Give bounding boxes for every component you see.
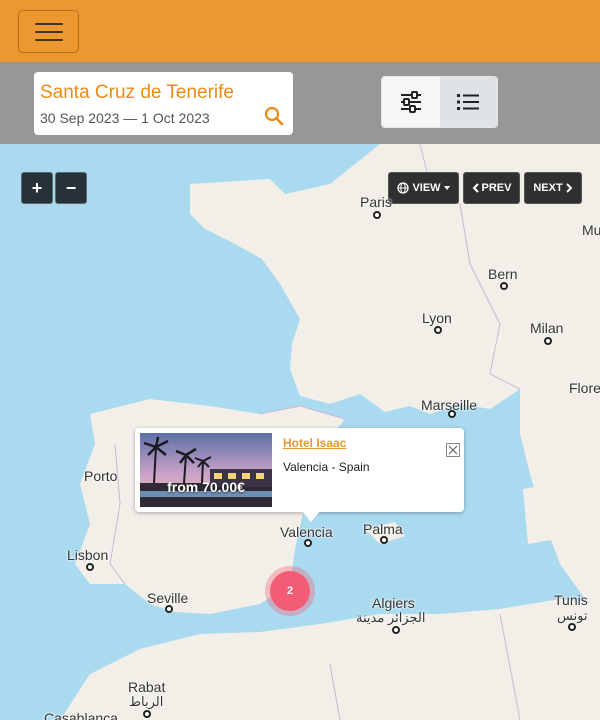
city-marker-marseille	[448, 410, 456, 418]
city-label-paris: Paris	[360, 194, 392, 210]
city-label-valencia: Valencia	[280, 524, 333, 540]
top-navbar	[0, 0, 600, 62]
hotel-price: from 70.00€	[167, 479, 245, 495]
list-view-button[interactable]	[439, 77, 497, 127]
city-marker-milan	[544, 337, 552, 345]
search-box[interactable]: Santa Cruz de Tenerife 30 Sep 2023 — 1 O…	[34, 72, 293, 135]
list-icon	[457, 94, 480, 110]
city-label-porto: Porto	[84, 468, 118, 484]
city-label-rabat-arabic: الرباط	[129, 694, 164, 709]
city-marker-palma	[380, 536, 388, 544]
city-marker-bern	[500, 282, 508, 290]
hotel-name-link[interactable]: Hotel Isaac	[283, 436, 346, 450]
popup-close-button[interactable]	[446, 443, 460, 457]
filters-button[interactable]	[382, 77, 440, 127]
view-toggle	[381, 76, 498, 128]
view-button-label: VIEW	[412, 182, 441, 194]
map[interactable]: + − VIEW PREV NEXT Paris Mu Bern Lyon Mi…	[0, 144, 600, 720]
hotel-location: Valencia - Spain	[283, 460, 370, 474]
caret-down-icon	[443, 186, 450, 190]
city-label-algiers-arabic: الجزائر مدينة	[356, 610, 426, 625]
zoom-in-button[interactable]: +	[21, 172, 53, 204]
city-marker-seville	[165, 605, 173, 613]
search-bar: Santa Cruz de Tenerife 30 Sep 2023 — 1 O…	[0, 62, 600, 144]
city-marker-lisbon	[86, 563, 94, 571]
cluster-count: 2	[270, 571, 310, 611]
city-label-rabat: Rabat	[128, 679, 166, 695]
city-label-tunis-arabic: تونس	[557, 608, 588, 623]
city-label-milan: Milan	[530, 320, 564, 336]
next-button[interactable]: NEXT	[524, 172, 582, 204]
city-label-casablanca: Casablanca	[44, 710, 118, 720]
zoom-out-button[interactable]: −	[55, 172, 87, 204]
hotel-photo-image	[140, 433, 272, 507]
city-marker-rabat	[143, 710, 151, 718]
hamburger-menu-button[interactable]	[18, 10, 79, 53]
city-label-florence: Flore	[569, 380, 600, 396]
city-label-algiers: Algiers	[372, 595, 415, 611]
search-icon[interactable]	[264, 106, 284, 126]
city-label-bern: Bern	[488, 266, 518, 282]
prev-button[interactable]: PREV	[463, 172, 520, 204]
chevron-left-icon	[472, 183, 479, 193]
city-marker-lyon	[434, 326, 442, 334]
prev-button-label: PREV	[481, 182, 512, 194]
city-label-seville: Seville	[147, 590, 189, 606]
globe-icon	[397, 182, 410, 194]
hotel-cluster-marker[interactable]: 2	[265, 566, 315, 616]
sliders-icon	[400, 91, 421, 113]
search-dates: 30 Sep 2023 — 1 Oct 2023	[40, 110, 210, 126]
hotel-popup: from 70.00€ Hotel Isaac Valencia - Spain	[135, 428, 464, 522]
chevron-right-icon	[565, 183, 573, 193]
city-marker-algiers	[392, 626, 400, 634]
city-label-lyon: Lyon	[422, 310, 452, 326]
view-button[interactable]: VIEW	[388, 172, 459, 204]
city-marker-valencia	[304, 539, 312, 547]
city-marker-paris	[373, 211, 381, 219]
next-button-label: NEXT	[533, 182, 563, 194]
popup-pointer	[301, 510, 321, 522]
city-label-tunis: Tunis	[554, 592, 588, 608]
hotel-photo[interactable]: from 70.00€	[140, 433, 272, 507]
city-label-munich: Mu	[582, 222, 600, 238]
close-icon	[448, 445, 458, 455]
city-label-palma: Palma	[363, 521, 403, 537]
search-destination: Santa Cruz de Tenerife	[40, 82, 234, 103]
city-marker-tunis	[568, 623, 576, 631]
city-label-lisbon: Lisbon	[67, 547, 109, 563]
hamburger-menu-icon	[34, 22, 63, 25]
